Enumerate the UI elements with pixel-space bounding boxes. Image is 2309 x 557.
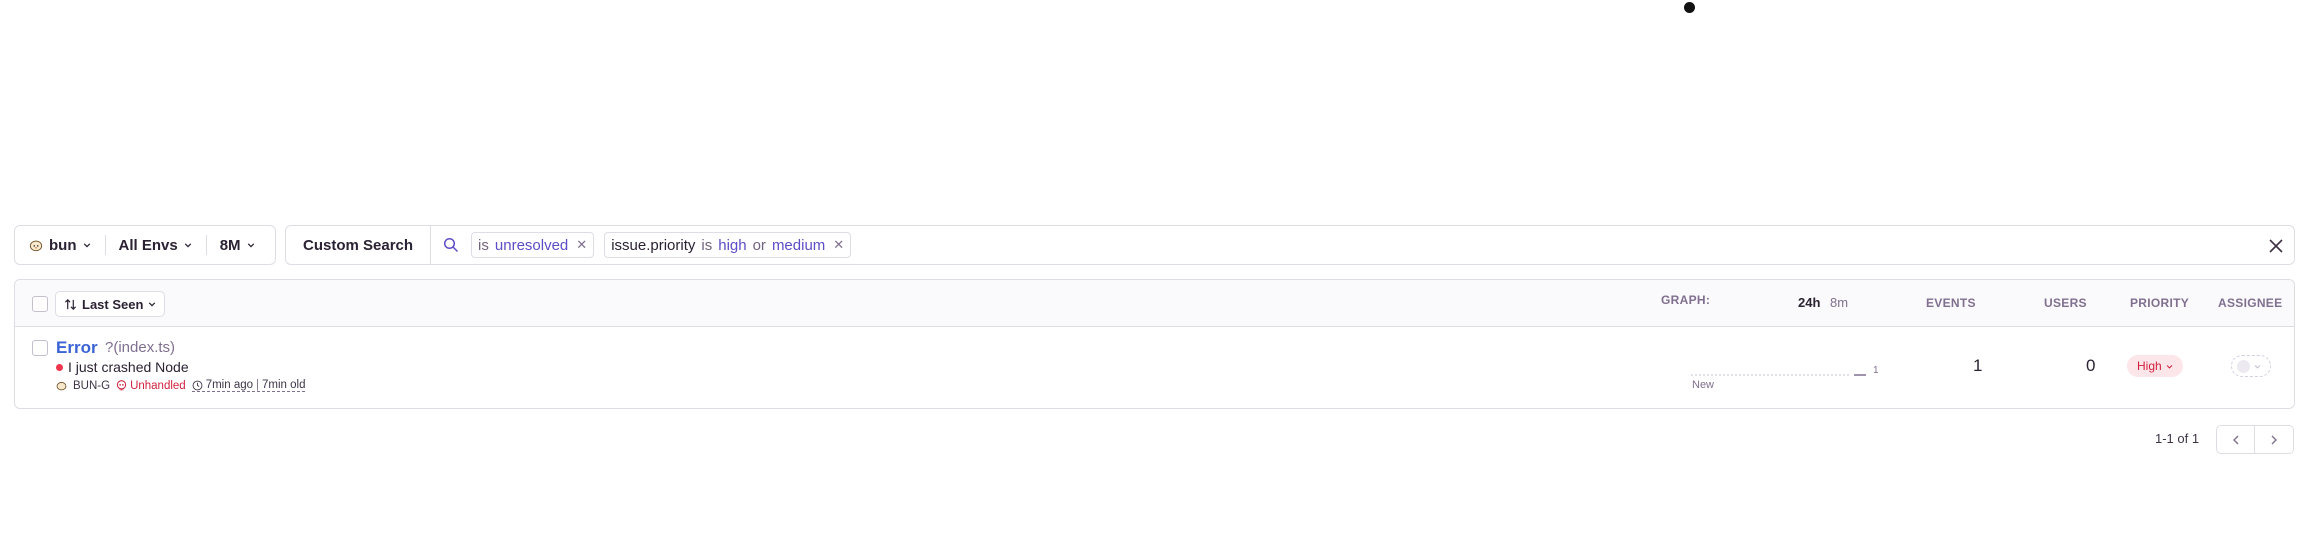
bun-logo-icon	[56, 381, 67, 391]
pagination-controls	[2216, 425, 2294, 454]
clear-search-icon[interactable]	[2268, 238, 2284, 254]
sparkline-max-label: 1	[1873, 365, 1879, 376]
environment-label: All Envs	[118, 236, 178, 254]
assignee-column-header: ASSIGNEE	[2218, 296, 2283, 310]
chevron-down-icon	[184, 243, 191, 248]
chevron-down-icon	[149, 302, 156, 307]
issue-list-header: Last Seen GRAPH: 24h 8m EVENTS USERS PRI…	[15, 280, 2294, 327]
sort-label: Last Seen	[82, 296, 144, 312]
search-token-priority[interactable]: issue.priority is high or medium ✕	[604, 232, 852, 258]
issue-meta: BUN-G Unhandled 7min ago | 7min old	[56, 379, 306, 392]
pagination-caption: 1-1 of 1	[2155, 431, 2200, 446]
issue-message: I just crashed Node	[56, 359, 189, 375]
unassigned-avatar-icon	[2237, 359, 2250, 373]
time-separator: |	[256, 379, 260, 391]
search-icon	[443, 237, 459, 253]
token-value-high[interactable]: high	[718, 237, 746, 254]
graph-column-label: GRAPH:	[1661, 293, 1711, 307]
priority-column-header: PRIORITY	[2130, 296, 2190, 310]
token-value-medium[interactable]: medium	[772, 237, 825, 254]
next-page-button[interactable]	[2255, 425, 2294, 454]
events-column-header: EVENTS	[1926, 296, 1976, 310]
issue-message-text: I just crashed Node	[68, 359, 189, 375]
first-seen-text: 7min old	[262, 379, 306, 391]
unhandled-skull-icon	[116, 380, 127, 391]
previous-page-button[interactable]	[2216, 425, 2255, 454]
priority-label: High	[2137, 359, 2162, 373]
users-count: 0	[2086, 356, 2096, 375]
token-value[interactable]: unresolved	[495, 237, 568, 254]
remove-token-icon[interactable]: ✕	[576, 237, 587, 253]
token-key[interactable]: issue.priority	[611, 237, 695, 254]
chevron-left-icon	[2232, 435, 2238, 444]
filter-bar: bun All Envs 8M Custom Search is unresol…	[14, 225, 2295, 265]
token-operator[interactable]: is	[701, 237, 712, 254]
last-seen-text: 7min ago	[205, 379, 254, 391]
issue-checkbox[interactable]	[32, 340, 48, 356]
unhandled-label: Unhandled	[130, 379, 186, 392]
issue-times[interactable]: 7min ago | 7min old	[191, 379, 306, 392]
sort-icon	[64, 298, 77, 310]
sort-button[interactable]: Last Seen	[55, 291, 166, 317]
date-range-selector[interactable]: 8M	[205, 226, 269, 264]
issue-title-link[interactable]: Error	[56, 338, 98, 358]
token-operator: is	[478, 236, 489, 254]
project-selector[interactable]: bun	[15, 226, 105, 264]
graph-period-8m[interactable]: 8m	[1830, 295, 1848, 310]
environment-selector[interactable]: All Envs	[104, 226, 206, 264]
graph-period-24h[interactable]: 24h	[1798, 295, 1820, 310]
issue-row[interactable]: Error ?(index.ts) I just crashed Node BU…	[15, 327, 2294, 408]
token-conjunction: or	[752, 236, 766, 254]
search-token-status[interactable]: is unresolved ✕	[471, 232, 595, 258]
error-level-indicator	[56, 363, 63, 371]
chevron-down-icon	[2166, 364, 2173, 369]
issue-search-bar[interactable]: Custom Search is unresolved ✕ issue.prio…	[285, 225, 2295, 265]
priority-badge[interactable]: High	[2127, 355, 2183, 377]
remove-token-icon[interactable]: ✕	[833, 237, 844, 253]
clock-icon	[192, 380, 203, 390]
date-range-label: 8M	[219, 236, 241, 254]
users-column-header: USERS	[2044, 296, 2087, 310]
chevron-right-icon	[2271, 435, 2277, 444]
bun-logo-icon	[29, 240, 43, 252]
chevron-down-icon	[2254, 364, 2261, 369]
chevron-down-icon	[83, 243, 90, 248]
project-label: bun	[49, 236, 77, 254]
select-all-checkbox[interactable]	[32, 296, 48, 312]
issue-list-panel: Last Seen GRAPH: 24h 8m EVENTS USERS PRI…	[14, 279, 2295, 409]
custom-search-button[interactable]: Custom Search	[286, 226, 432, 264]
chevron-down-icon	[247, 243, 254, 248]
sparkline-new-label: New	[1692, 379, 1715, 391]
page-filters: bun All Envs 8M	[14, 225, 276, 265]
events-count: 1	[1973, 356, 1983, 375]
issue-culprit: ?(index.ts)	[105, 339, 176, 356]
cursor-dot	[1684, 2, 1695, 13]
unhandled-badge: Unhandled	[116, 380, 186, 392]
event-sparkline	[1691, 374, 1866, 376]
issue-short-id[interactable]: BUN-G	[73, 380, 110, 392]
assignee-selector[interactable]	[2231, 355, 2271, 377]
